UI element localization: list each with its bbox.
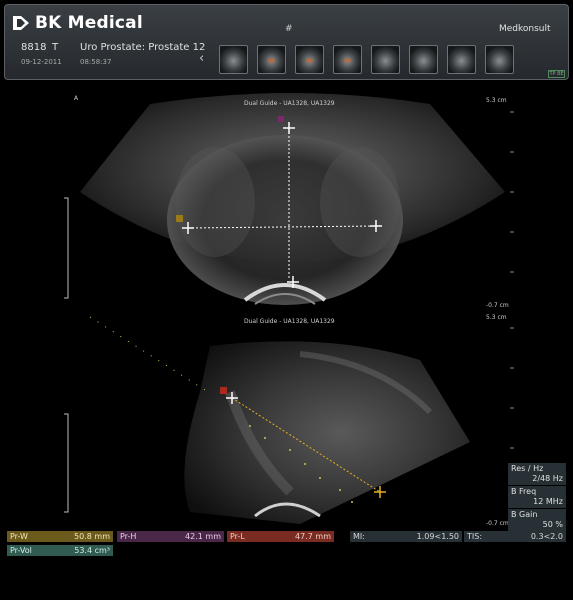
pr-w-value: 50.8 mm bbox=[74, 532, 110, 541]
b-gain-param: B Gain 50 % bbox=[508, 509, 566, 531]
mi-readout: MI: 1.09<1.50 bbox=[350, 531, 462, 542]
thumbnail-6[interactable] bbox=[409, 45, 438, 74]
thumbnail-3[interactable] bbox=[295, 45, 324, 74]
thumbnail-7[interactable] bbox=[447, 45, 476, 74]
caliper-length-end-icon[interactable] bbox=[374, 486, 386, 498]
upper-depth-top: 5.3 cm bbox=[486, 97, 507, 104]
pr-l-label: Pr-L bbox=[230, 532, 245, 541]
upper-ultrasound-image bbox=[64, 93, 514, 305]
lower-image-title: Dual Guide - UA1328, UA1329 bbox=[244, 318, 335, 325]
brand-logo: BK Medical bbox=[11, 13, 143, 33]
chevron-left-icon[interactable]: ‹ bbox=[199, 51, 204, 66]
transducer-badge: TP 8E bbox=[548, 70, 565, 78]
bk-logo-icon bbox=[11, 14, 31, 32]
thumbnail-strip bbox=[219, 45, 514, 74]
exam-time: 08:58:37 bbox=[80, 58, 112, 66]
tis-label: TIS: bbox=[467, 532, 483, 541]
res-hz-value: 2/48 Hz bbox=[532, 474, 563, 483]
upper-depth-bottom: -0.7 cm bbox=[486, 302, 509, 309]
b-gain-label: B Gain bbox=[511, 510, 538, 519]
res-hz-label: Res / Hz bbox=[511, 464, 544, 473]
b-freq-label: B Freq bbox=[511, 487, 537, 496]
b-freq-param: B Freq 12 MHz bbox=[508, 486, 566, 508]
thumbnail-8[interactable] bbox=[485, 45, 514, 74]
patient-tag: T bbox=[52, 42, 59, 53]
pr-vol-label: Pr-Vol bbox=[10, 546, 32, 555]
pr-h-value: 42.1 mm bbox=[185, 532, 221, 541]
tis-value: 0.3<2.0 bbox=[530, 532, 563, 541]
pr-w-measurement: Pr-W 50.8 mm bbox=[7, 531, 113, 542]
exam-date: 09-12-2011 bbox=[21, 58, 62, 66]
orientation-marker: A bbox=[74, 95, 79, 102]
pr-w-label: Pr-W bbox=[10, 532, 28, 541]
thumbnail-5[interactable] bbox=[371, 45, 400, 74]
image-count-label: # bbox=[285, 24, 293, 34]
b-freq-value: 12 MHz bbox=[533, 497, 563, 506]
pr-vol-value: 53.4 cm³ bbox=[74, 546, 110, 555]
pr-h-label: Pr-H bbox=[120, 532, 137, 541]
ultrasound-viewport[interactable]: A Dual Guide - UA1328, UA1329 5.3 cm -0.… bbox=[0, 92, 573, 530]
pr-l-marker bbox=[220, 387, 227, 394]
lower-ultrasound-image bbox=[64, 316, 514, 524]
brand-name: BK Medical bbox=[35, 13, 143, 33]
pr-h-measurement: Pr-H 42.1 mm bbox=[117, 531, 224, 542]
pr-vol-measurement: Pr-Vol 53.4 cm³ bbox=[7, 545, 113, 556]
pr-h-marker bbox=[278, 116, 284, 122]
pr-l-measurement: Pr-L 47.7 mm bbox=[227, 531, 334, 542]
thumbnail-1[interactable] bbox=[219, 45, 248, 74]
pr-w-marker bbox=[176, 215, 183, 222]
pr-l-value: 47.7 mm bbox=[295, 532, 331, 541]
user-name: Medkonsult bbox=[499, 24, 551, 34]
mi-label: MI: bbox=[353, 532, 365, 541]
thumbnail-2[interactable] bbox=[257, 45, 286, 74]
exam-name: Uro Prostate: Prostate 12 bbox=[80, 42, 206, 53]
lower-depth-bottom: -0.7 cm bbox=[486, 520, 509, 527]
header-panel: BK Medical 8818 T Uro Prostate: Prostate… bbox=[4, 4, 569, 80]
lower-depth-top: 5.3 cm bbox=[486, 314, 507, 321]
tis-readout: TIS: 0.3<2.0 bbox=[464, 531, 566, 542]
b-gain-value: 50 % bbox=[542, 520, 563, 529]
mi-value: 1.09<1.50 bbox=[416, 532, 459, 541]
ultrasound-images bbox=[64, 93, 514, 524]
upper-image-title: Dual Guide - UA1328, UA1329 bbox=[244, 100, 335, 107]
thumbnail-4[interactable] bbox=[333, 45, 362, 74]
patient-id: 8818 bbox=[21, 42, 47, 53]
res-hz-param: Res / Hz 2/48 Hz bbox=[508, 463, 566, 485]
